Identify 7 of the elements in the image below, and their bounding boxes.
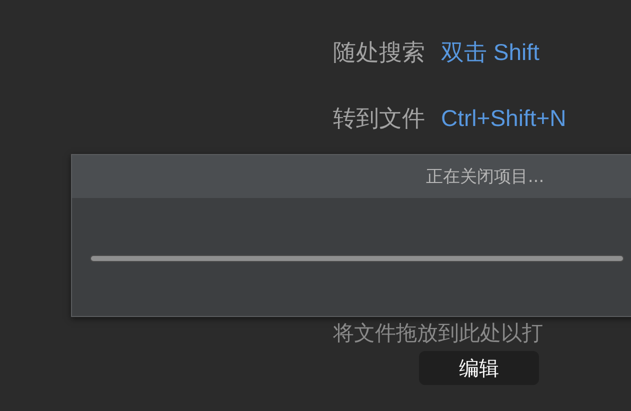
- shortcut-label: 随处搜索: [333, 38, 425, 68]
- shortcut-keys: 双击 Shift: [441, 36, 540, 68]
- shortcut-keys: Ctrl+Shift+N: [441, 104, 566, 132]
- tooltip: 编辑: [419, 351, 539, 385]
- drop-hint: 将文件拖放到此处以打: [333, 320, 544, 347]
- shortcut-label: 转到文件: [333, 104, 425, 134]
- dialog-title: 正在关闭项目...: [426, 166, 544, 188]
